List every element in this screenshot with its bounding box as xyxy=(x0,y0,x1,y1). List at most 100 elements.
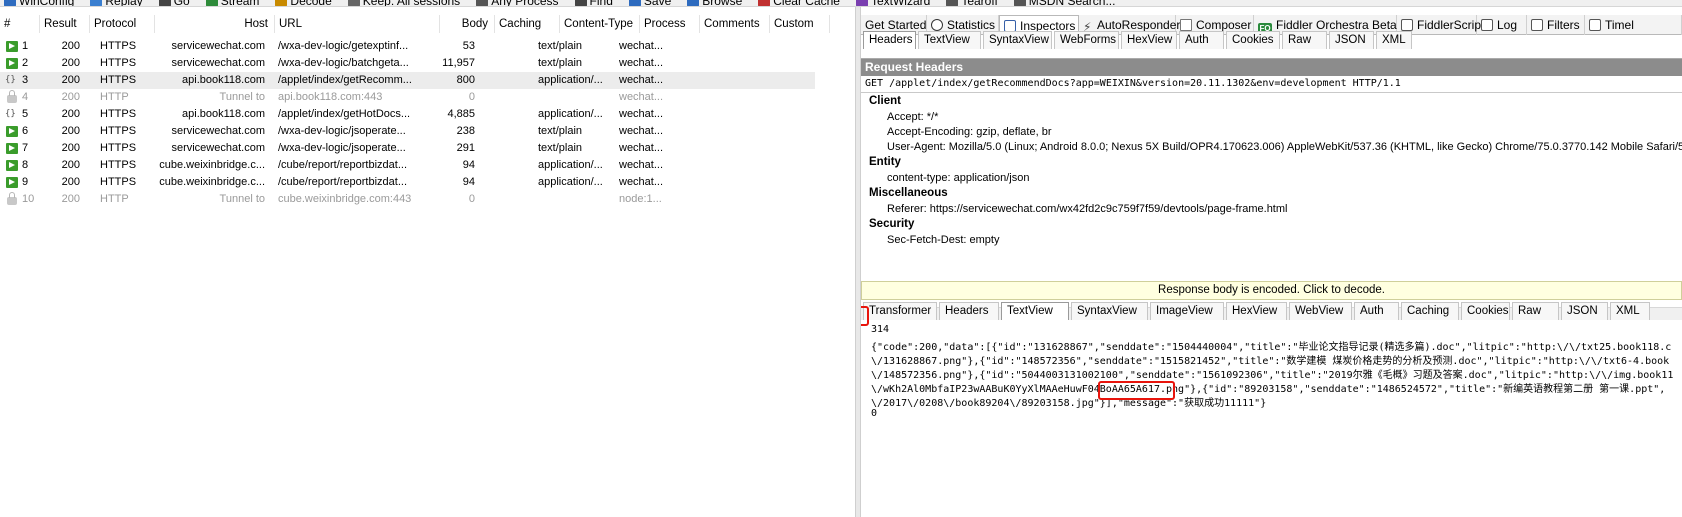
cell-num: 3 xyxy=(22,74,29,86)
table-row[interactable]: 7 200 HTTPS servicewechat.com/wxa-dev-logic… xyxy=(0,140,815,157)
response-line: \/131628867.png"},{"id":"148572356","sen… xyxy=(871,356,1670,367)
toolbar-item[interactable]: MSDN Search... xyxy=(1013,0,1115,6)
response-tab-imageview[interactable]: ImageView xyxy=(1150,302,1224,320)
request-tab-raw[interactable]: Raw xyxy=(1282,31,1327,49)
table-row[interactable]: 6 200 HTTPS servicewechat.com/wxa-dev-logic… xyxy=(0,123,815,140)
tab-label: Filters xyxy=(1547,18,1580,32)
column-header[interactable]: Body xyxy=(440,15,495,33)
toolbar-item[interactable]: Decode xyxy=(275,0,332,6)
request-line: GET /applet/index/getRecommendDocs?app=W… xyxy=(865,78,1401,89)
response-tab-textview[interactable]: TextView xyxy=(1001,302,1069,320)
toolbar-item[interactable]: Stream xyxy=(205,0,260,7)
response-line: 0 xyxy=(871,408,878,419)
column-header[interactable]: Content-Type xyxy=(560,15,640,33)
request-tab-xml[interactable]: XML xyxy=(1376,31,1412,49)
response-tab-webview[interactable]: WebView xyxy=(1289,302,1352,320)
column-header[interactable]: # xyxy=(0,15,40,33)
request-tab-hexview[interactable]: HexView xyxy=(1121,31,1177,49)
column-header[interactable]: Custom xyxy=(770,15,830,33)
table-row[interactable]: 1 200 HTTPS servicewechat.com/wxa-dev-logic… xyxy=(0,38,815,55)
column-header[interactable]: Host xyxy=(155,15,275,33)
table-row[interactable]: 9 200 HTTPS cube.weixinbridge.c.../cube/rep… xyxy=(0,174,815,191)
column-header[interactable]: Protocol xyxy=(90,15,155,33)
cell-url: /cube/report/reportbizdat... xyxy=(278,176,408,188)
toolbar-item-label: Stream xyxy=(220,0,260,7)
tab-label: Log xyxy=(1497,18,1518,32)
toolbar-item[interactable]: Replay xyxy=(90,0,143,7)
cell-result: 200 xyxy=(61,142,80,154)
column-header[interactable]: URL xyxy=(275,15,440,33)
cell-num: 8 xyxy=(22,159,29,171)
cell-url: /wxa-dev-logic/jsoperate... xyxy=(278,125,406,137)
request-tab-webforms[interactable]: WebForms xyxy=(1054,31,1119,49)
cell-body: 94 xyxy=(462,176,475,188)
header-line: Sec-Fetch-Dest: empty xyxy=(887,234,1000,246)
toolbar-item[interactable]: Go xyxy=(158,0,190,6)
cell-ctype: text/plain xyxy=(538,57,583,69)
column-header[interactable]: Process xyxy=(640,15,700,33)
response-tab-raw[interactable]: Raw xyxy=(1512,302,1559,320)
request-tab-auth[interactable]: Auth xyxy=(1179,31,1224,49)
column-header[interactable]: Comments xyxy=(700,15,770,33)
response-arrow-icon xyxy=(6,41,18,52)
toolbar-item[interactable]: Browse xyxy=(687,0,742,6)
cell-host: servicewechat.com xyxy=(171,142,265,154)
cell-ctype: application/... xyxy=(538,74,603,86)
cell-body: 11,957 xyxy=(442,57,475,69)
toolbar-item[interactable]: Find xyxy=(574,0,613,6)
toolbar-item[interactable]: Any Process xyxy=(476,0,559,6)
toolbar-item[interactable]: Clear Cache xyxy=(758,0,840,6)
table-row[interactable]: 8 200 HTTPS cube.weixinbridge.c.../cube/rep… xyxy=(0,157,815,174)
request-tab-syntaxview[interactable]: SyntaxView xyxy=(983,31,1052,49)
cell-process: wechat... xyxy=(619,159,664,171)
tab-label: FiddlerScript xyxy=(1417,18,1485,32)
toolbar-item[interactable]: Save xyxy=(628,0,671,6)
column-header[interactable]: Caching xyxy=(495,15,560,33)
table-row[interactable]: 4 200 HTTP Tunnel to api.book118.com:443 0 wec… xyxy=(0,89,815,106)
request-tab-headers[interactable]: Headers xyxy=(863,31,916,49)
toolbar-item-label: Keep: All sessions xyxy=(362,0,461,7)
cell-body: 291 xyxy=(456,142,475,154)
request-headers-panel: Request Headers GET /applet/index/getRec… xyxy=(861,58,1682,320)
response-tab-json[interactable]: JSON xyxy=(1561,302,1608,320)
header-line: Accept: */* xyxy=(887,111,939,123)
circle-icon xyxy=(931,19,943,31)
cell-ctype xyxy=(538,191,613,208)
cell-result: 200 xyxy=(61,108,80,120)
cell-num: 10 xyxy=(22,193,35,205)
column-header[interactable]: Result xyxy=(40,15,90,33)
toolbar-item[interactable]: Keep: All sessions xyxy=(347,0,461,7)
response-tab-syntaxview[interactable]: SyntaxView xyxy=(1071,302,1148,320)
response-tab-xml[interactable]: XML xyxy=(1610,302,1650,320)
response-line: 314 xyxy=(871,324,890,335)
cell-process: wechat... xyxy=(619,176,664,188)
table-row[interactable]: {} 5 200 HTTPS api.book118.com/applet/index/… xyxy=(0,106,815,123)
cell-process: wechat... xyxy=(619,91,664,103)
response-tab-hexview[interactable]: HexView xyxy=(1226,302,1287,320)
lock-icon xyxy=(7,90,17,103)
response-tab-transformer[interactable]: Transformer xyxy=(863,302,937,320)
json-icon: {} xyxy=(5,109,16,119)
response-tab-cookies[interactable]: Cookies xyxy=(1461,302,1510,320)
toolbar-item[interactable]: TextWizard xyxy=(855,0,930,6)
highlight-box-message xyxy=(1098,381,1175,400)
request-tab-cookies[interactable]: Cookies xyxy=(1226,31,1280,49)
table-row[interactable]: 2 200 HTTPS servicewechat.com/wxa-dev-logic… xyxy=(0,55,815,72)
toolbar-item[interactable]: WinConfig xyxy=(4,0,74,6)
decode-banner[interactable]: Response body is encoded. Click to decod… xyxy=(861,281,1682,300)
table-row[interactable]: {} 3 200 HTTPS api.book118.com/applet/index/… xyxy=(0,72,815,89)
response-tab-headers[interactable]: Headers xyxy=(939,302,999,320)
cell-process: wechat... xyxy=(619,57,664,69)
cell-url: api.book118.com:443 xyxy=(278,91,383,103)
response-tab-caching[interactable]: Caching xyxy=(1401,302,1459,320)
toolbar-item[interactable]: Tearoff xyxy=(946,0,998,6)
toolbar-icon xyxy=(158,0,171,6)
request-tab-textview[interactable]: TextView xyxy=(918,31,981,49)
cell-process: node:1... xyxy=(619,193,662,205)
response-tab-auth[interactable]: Auth xyxy=(1354,302,1399,320)
toolbar-item-label: Replay xyxy=(105,0,143,7)
request-tab-json[interactable]: JSON xyxy=(1329,31,1374,49)
header-line: Accept-Encoding: gzip, deflate, br xyxy=(887,126,1052,138)
table-row[interactable]: 10 200 HTTP Tunnel to cube.weixinbridge.com:… xyxy=(0,191,815,208)
response-body-text[interactable]: 314 {"code":200,"data":[{"id":"131628867"… xyxy=(861,324,1682,517)
